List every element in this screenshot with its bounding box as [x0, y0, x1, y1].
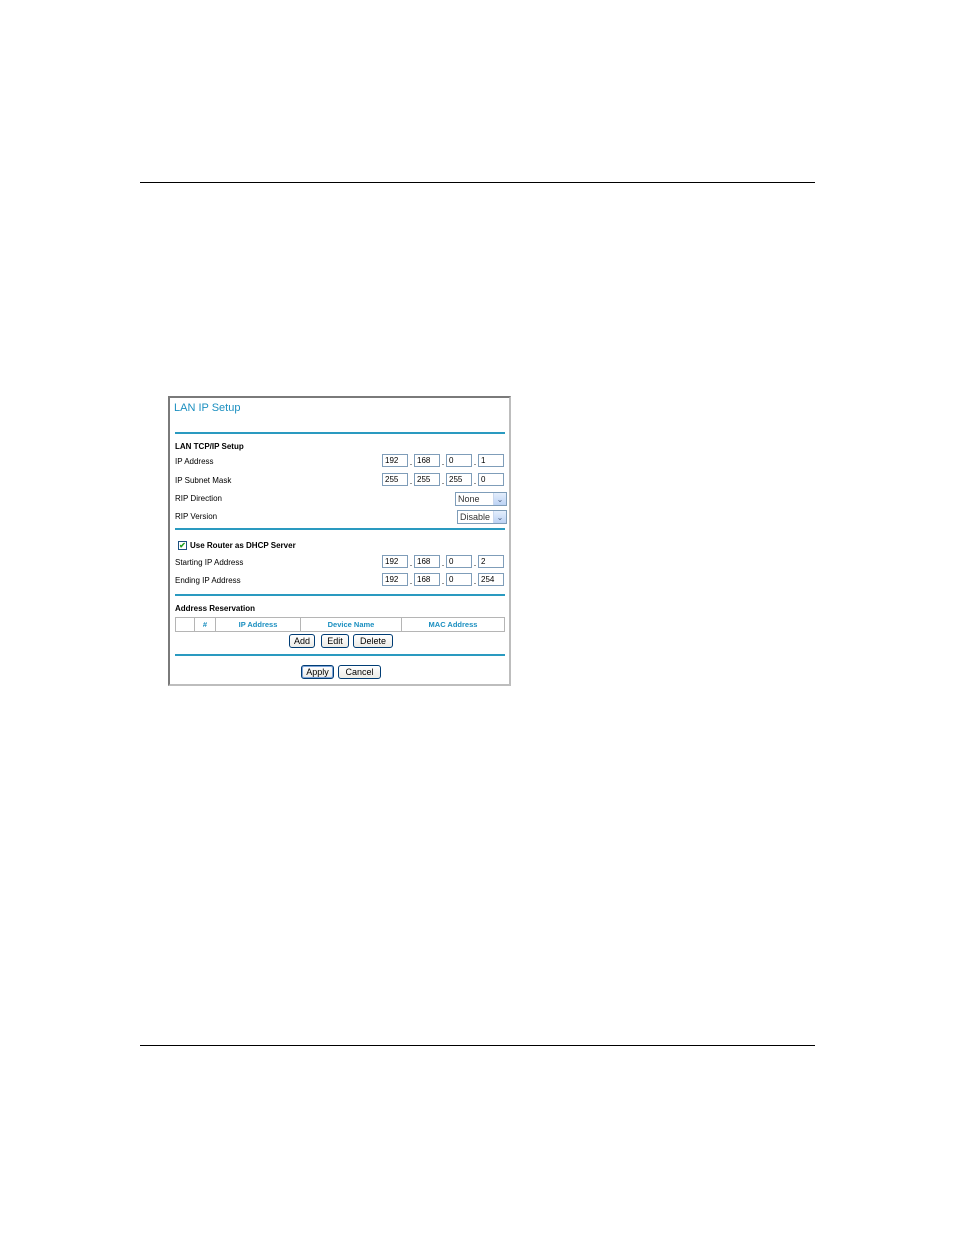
column-header-mac-address: MAC Address: [401, 617, 505, 632]
starting-ip-octet-1[interactable]: [382, 555, 408, 568]
starting-ip-label: Starting IP Address: [175, 558, 244, 567]
subnet-mask-label: IP Subnet Mask: [175, 476, 232, 485]
column-header-number: #: [194, 617, 216, 632]
ip-address-label: IP Address: [175, 457, 214, 466]
ending-ip-octet-2[interactable]: [414, 573, 440, 586]
rip-version-label: RIP Version: [175, 512, 218, 521]
ip-address-octet-1[interactable]: [382, 454, 408, 467]
column-header-select: [175, 617, 195, 632]
ending-ip-octet-1[interactable]: [382, 573, 408, 586]
ending-ip-octet-3[interactable]: [446, 573, 472, 586]
dhcp-server-checkbox-label: Use Router as DHCP Server: [190, 541, 296, 550]
ip-address-field: . . .: [382, 454, 504, 467]
page-title: LAN IP Setup: [174, 402, 241, 414]
rip-direction-select[interactable]: None ⌄: [455, 492, 507, 506]
ending-ip-label: Ending IP Address: [175, 576, 241, 585]
column-header-ip-address: IP Address: [215, 617, 301, 632]
rip-version-select[interactable]: Disable ⌄: [457, 510, 507, 524]
ip-address-octet-3[interactable]: [446, 454, 472, 467]
subnet-mask-octet-1[interactable]: [382, 473, 408, 486]
dhcp-server-checkbox[interactable]: ✔: [178, 541, 187, 550]
lan-ip-setup-panel: LAN IP Setup LAN TCP/IP Setup IP Address…: [168, 396, 511, 686]
page-footer-rule: [140, 1045, 815, 1046]
ip-address-octet-4[interactable]: [478, 454, 504, 467]
separator: [175, 432, 505, 434]
subnet-mask-octet-4[interactable]: [478, 473, 504, 486]
rip-direction-label: RIP Direction: [175, 494, 222, 503]
edit-button[interactable]: Edit: [321, 634, 349, 648]
starting-ip-octet-2[interactable]: [414, 555, 440, 568]
ending-ip-octet-4[interactable]: [478, 573, 504, 586]
subnet-mask-field: . . .: [382, 473, 504, 486]
starting-ip-octet-4[interactable]: [478, 555, 504, 568]
ending-ip-field: . . .: [382, 573, 504, 586]
chevron-down-icon[interactable]: ⌄: [493, 493, 506, 505]
table-header-row: # IP Address Device Name MAC Address: [175, 617, 505, 632]
separator: [175, 654, 505, 656]
section-heading-address-reservation: Address Reservation: [175, 604, 256, 613]
address-reservation-table: # IP Address Device Name MAC Address: [175, 617, 505, 632]
rip-direction-value: None: [458, 494, 480, 504]
rip-version-value: Disable: [460, 512, 491, 522]
starting-ip-octet-3[interactable]: [446, 555, 472, 568]
page-header-rule: [140, 182, 815, 183]
column-header-device-name: Device Name: [300, 617, 402, 632]
section-heading-lan-tcpip: LAN TCP/IP Setup: [175, 442, 244, 451]
separator: [175, 528, 505, 530]
ip-address-octet-2[interactable]: [414, 454, 440, 467]
chevron-down-icon[interactable]: ⌄: [493, 511, 506, 523]
delete-button[interactable]: Delete: [353, 634, 393, 648]
cancel-button[interactable]: Cancel: [338, 665, 381, 679]
subnet-mask-octet-2[interactable]: [414, 473, 440, 486]
subnet-mask-octet-3[interactable]: [446, 473, 472, 486]
apply-button[interactable]: Apply: [301, 665, 334, 679]
starting-ip-field: . . .: [382, 555, 504, 568]
add-button[interactable]: Add: [289, 634, 315, 648]
separator: [175, 594, 505, 596]
